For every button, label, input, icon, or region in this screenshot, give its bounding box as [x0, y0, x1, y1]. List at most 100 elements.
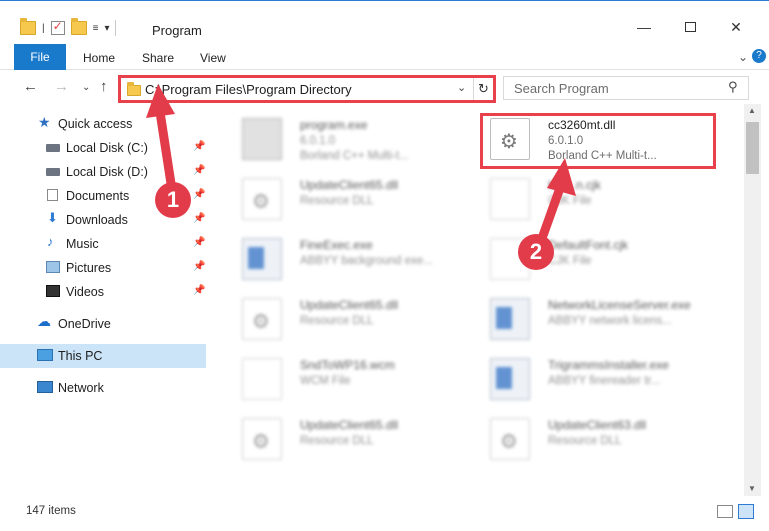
scroll-down-icon[interactable]: ▼: [748, 484, 756, 493]
minimize-button[interactable]: —: [634, 19, 654, 35]
file-item[interactable]: SndToWP16.wcm WCM File: [232, 350, 482, 406]
file-item[interactable]: UpdateClient65.dll Resource DLL: [232, 290, 482, 346]
gear-file-icon: [242, 418, 282, 460]
step-2-badge: 2: [518, 234, 554, 270]
file-item[interactable]: UpdateClient63.dll Resource DLL: [480, 410, 730, 466]
sidebar-item-onedrive[interactable]: ☁ OneDrive: [0, 312, 206, 336]
close-button[interactable]: ✕: [726, 19, 746, 35]
drive-icon: [46, 168, 60, 176]
new-folder-icon[interactable]: [70, 18, 87, 35]
back-button[interactable]: ←: [23, 78, 38, 95]
window-app-icon: [490, 358, 530, 400]
file-type: Resource DLL: [300, 195, 374, 207]
file-version: 6.0.1.0: [548, 135, 584, 147]
folder-icon: [127, 82, 141, 96]
file-item[interactable]: UpdateClient65.dll Resource DLL: [232, 410, 482, 466]
file-item[interactable]: UpdateClient65.dll Resource DLL: [232, 170, 482, 226]
navigation-bar: ← → ⌄ ↑ C:\Program Files\Program Directo…: [0, 72, 769, 104]
file-type: ABBYY network licens...: [548, 315, 672, 327]
file-item[interactable]: NetworkLicenseServer.exe ABBYY network l…: [480, 290, 730, 346]
folder-icon[interactable]: [20, 18, 36, 35]
sidebar-item-label: This PC: [58, 349, 103, 363]
drive-icon: [46, 144, 60, 152]
search-icon[interactable]: ⚲: [728, 79, 738, 95]
forward-button[interactable]: →: [54, 78, 69, 95]
expand-ribbon-icon[interactable]: ⌄: [738, 50, 748, 64]
sidebar-item-this-pc[interactable]: This PC: [0, 344, 206, 368]
address-bar[interactable]: C:\Program Files\Program Directory ⌄ ↻: [118, 75, 496, 103]
help-icon[interactable]: ?: [752, 49, 766, 63]
qat-dropdown-icon[interactable]: ▾: [104, 23, 109, 34]
file-type: Resource DLL: [300, 315, 374, 327]
file-list: program.exe 6.0.1.0 Borland C++ Multi-t.…: [212, 104, 742, 496]
window-app-icon: [242, 238, 282, 280]
sidebar-item-music[interactable]: ♪ Music 📌: [0, 232, 206, 256]
scroll-up-icon[interactable]: ▲: [748, 106, 756, 115]
tab-file[interactable]: File: [14, 44, 66, 70]
sidebar-item-label: Videos: [66, 285, 104, 299]
sidebar-item-label: Pictures: [66, 261, 112, 275]
gear-file-icon: [242, 298, 282, 340]
gear-file-icon: [242, 178, 282, 220]
sidebar-item-pictures[interactable]: Pictures 📌: [0, 256, 206, 280]
file-name: UpdateClient63.dll: [548, 418, 647, 432]
sidebar-item-quick-access[interactable]: ★ Quick access: [0, 112, 206, 136]
sidebar-item-network[interactable]: Network: [0, 376, 206, 400]
sidebar-item-label: Quick access: [58, 117, 133, 131]
refresh-button[interactable]: ↻: [473, 78, 493, 100]
file-name: program.exe: [300, 118, 368, 132]
file-type: CJK File: [548, 195, 592, 207]
up-button[interactable]: ↑: [100, 78, 108, 95]
file-item[interactable]: TrigrammsInstaller.exe ABBYY finereader …: [480, 350, 730, 406]
scroll-thumb[interactable]: [746, 122, 759, 174]
maximize-button[interactable]: [680, 19, 700, 35]
sidebar-item-label: Music: [66, 237, 99, 251]
properties-icon[interactable]: [50, 19, 65, 35]
sidebar-item-videos[interactable]: Videos 📌: [0, 280, 206, 304]
file-item[interactable]: Kor...n.cjk CJK File: [480, 170, 730, 226]
file-type: Resource DLL: [300, 435, 374, 447]
recent-locations-icon[interactable]: ⌄: [82, 82, 90, 93]
sidebar-item-label: Local Disk (D:): [66, 165, 148, 179]
qat-pin-separator: |: [42, 22, 45, 34]
sidebar-item-local-disk-d[interactable]: Local Disk (D:) 📌: [0, 160, 206, 184]
details-view-icon[interactable]: [717, 505, 733, 518]
window-title: Program: [152, 23, 202, 38]
blank-file-icon: [490, 178, 530, 220]
search-input[interactable]: Search Program ⚲: [503, 76, 749, 100]
videos-icon: [46, 285, 60, 297]
vertical-scrollbar[interactable]: ▲ ▼: [744, 104, 761, 496]
pin-icon: 📌: [193, 237, 206, 248]
cloud-icon: ☁: [37, 313, 51, 329]
tiles-view-icon[interactable]: [738, 504, 754, 519]
pin-icon: 📌: [193, 189, 206, 200]
file-item[interactable]: FineExec.exe ABBYY background exe...: [232, 230, 482, 286]
window-app-icon: [490, 298, 530, 340]
file-name: UpdateClient65.dll: [300, 178, 399, 192]
customize-icon[interactable]: ≡: [93, 23, 99, 34]
tab-home[interactable]: Home: [83, 51, 115, 65]
search-placeholder: Search Program: [514, 81, 609, 96]
address-path[interactable]: C:\Program Files\Program Directory: [145, 82, 352, 97]
qat-divider: [115, 20, 117, 36]
tab-view[interactable]: View: [200, 51, 226, 65]
file-type: ABBYY background exe...: [300, 255, 433, 267]
file-item[interactable]: program.exe 6.0.1.0 Borland C++ Multi-t.…: [232, 110, 482, 166]
sidebar-item-label: OneDrive: [58, 317, 111, 331]
pin-icon: 📌: [193, 141, 206, 152]
address-dropdown-icon[interactable]: ⌄: [457, 81, 466, 94]
file-name: cc3260mt.dll: [548, 118, 616, 132]
navigation-pane: ★ Quick access Local Disk (C:) 📌 Local D…: [0, 108, 210, 496]
sidebar-item-label: Downloads: [66, 213, 128, 227]
ribbon-tabs: File Home Share View ⌄ ?: [0, 44, 769, 70]
sidebar-item-local-disk-c[interactable]: Local Disk (C:) 📌: [0, 136, 206, 160]
file-item[interactable]: DefaultFont.cjk CJK File: [480, 230, 730, 286]
file-name: UpdateClient65.dll: [300, 298, 399, 312]
tab-share[interactable]: Share: [142, 51, 174, 65]
pin-icon: 📌: [193, 261, 206, 272]
gear-file-icon: [490, 118, 530, 160]
file-name: DefaultFont.cjk: [548, 238, 629, 252]
file-type: ABBYY finereader tr...: [548, 375, 661, 387]
title-bar: | ≡ ▾ Program — ✕: [0, 0, 769, 44]
file-item-cc3260mt[interactable]: cc3260mt.dll 6.0.1.0 Borland C++ Multi-t…: [480, 110, 730, 166]
